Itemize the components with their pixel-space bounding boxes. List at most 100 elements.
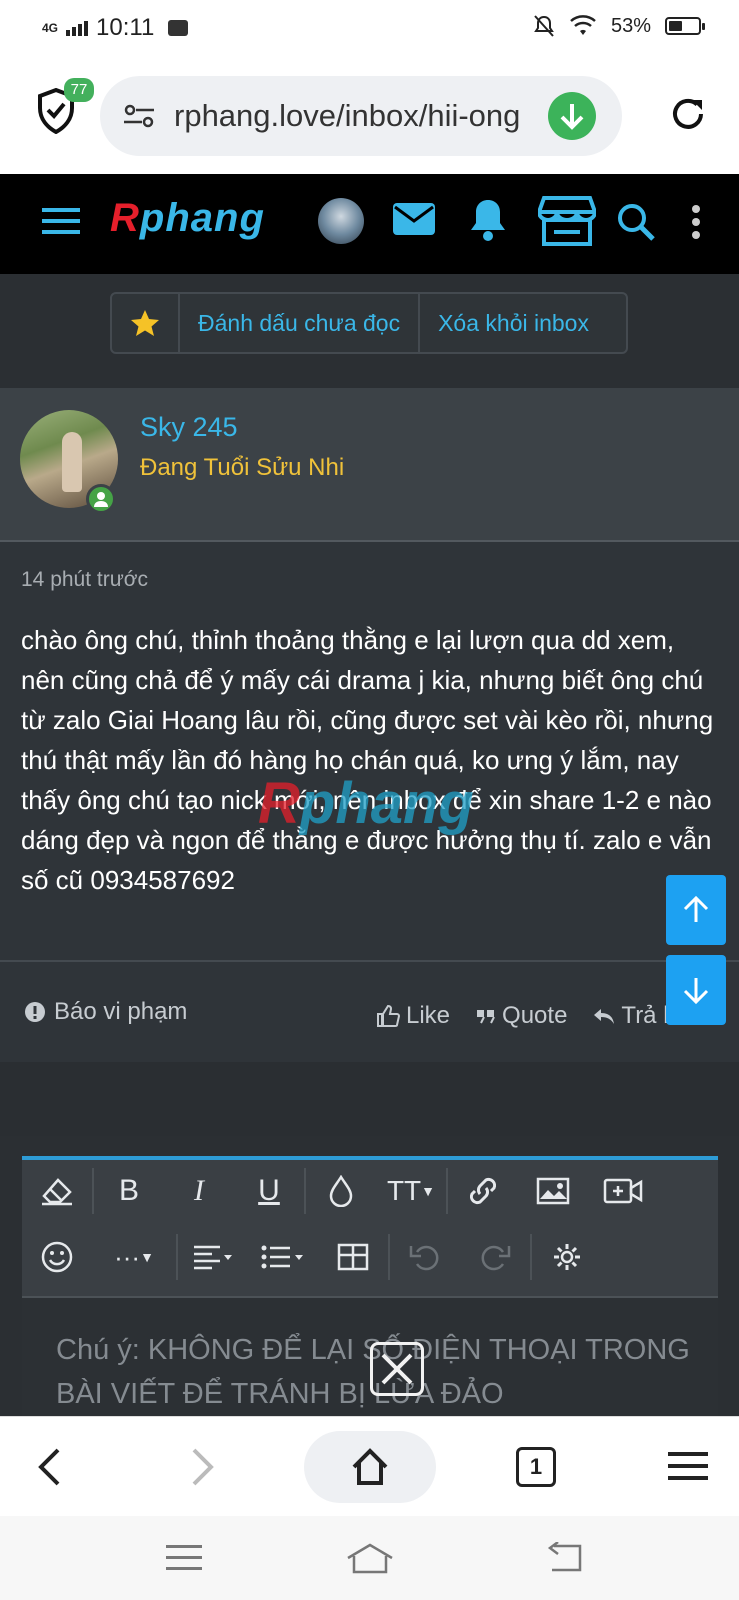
more-options-button[interactable]: ··· ▼ bbox=[92, 1226, 176, 1288]
url-text[interactable]: rphang.love/inbox/hii-ong bbox=[174, 96, 544, 136]
battery-icon bbox=[665, 17, 705, 35]
site-logo[interactable]: Rphang bbox=[110, 196, 265, 241]
section-divider bbox=[0, 1062, 739, 1136]
system-home-icon[interactable] bbox=[346, 1542, 394, 1574]
home-icon bbox=[352, 1448, 388, 1485]
thumbs-up-icon bbox=[377, 1004, 400, 1027]
insert-media-button[interactable] bbox=[588, 1160, 658, 1222]
reply-icon bbox=[594, 1009, 615, 1024]
table-icon bbox=[337, 1243, 369, 1271]
store-icon[interactable] bbox=[538, 194, 596, 246]
browser-menu-icon[interactable] bbox=[668, 1451, 708, 1481]
back-icon[interactable] bbox=[36, 1447, 62, 1487]
undo-button[interactable] bbox=[390, 1226, 460, 1288]
droplet-icon bbox=[329, 1175, 353, 1207]
message-timestamp[interactable]: 14 phút trước bbox=[21, 568, 148, 592]
browser-toolbar: 77 rphang.love/inbox/hii-ong bbox=[0, 58, 739, 174]
italic-button[interactable]: I bbox=[164, 1160, 234, 1222]
account-avatar[interactable] bbox=[318, 198, 364, 244]
report-button[interactable]: Báo vi phạm bbox=[24, 998, 187, 1026]
more-label: ··· bbox=[114, 1241, 141, 1272]
download-button[interactable] bbox=[548, 92, 596, 140]
editor-settings-button[interactable] bbox=[532, 1226, 602, 1288]
status-bar: 4G 10:11 53% bbox=[0, 0, 739, 58]
system-navigation-bar bbox=[0, 1516, 739, 1600]
system-back-icon[interactable] bbox=[544, 1542, 582, 1574]
chevron-down-icon: ▼ bbox=[421, 1183, 436, 1199]
network-type: 4G bbox=[42, 21, 59, 35]
align-button[interactable] bbox=[178, 1226, 248, 1288]
text-size-button[interactable]: TT ▼ bbox=[376, 1160, 446, 1222]
message-footer: Báo vi phạm Like Quote Trả lời bbox=[0, 962, 739, 1062]
insert-image-button[interactable] bbox=[518, 1160, 588, 1222]
mark-unread-button[interactable]: Đánh dấu chưa đọc bbox=[180, 294, 418, 352]
redo-icon bbox=[481, 1245, 511, 1271]
list-button[interactable] bbox=[248, 1226, 318, 1288]
tab-switcher-button[interactable]: 1 bbox=[516, 1447, 556, 1487]
text-size-label: TT bbox=[386, 1175, 422, 1206]
forward-icon[interactable] bbox=[190, 1447, 216, 1487]
image-icon bbox=[536, 1177, 570, 1205]
text-color-button[interactable] bbox=[306, 1160, 376, 1222]
like-button[interactable]: Like bbox=[376, 1002, 450, 1030]
quote-icon bbox=[477, 1010, 495, 1024]
eraser-button[interactable] bbox=[22, 1160, 92, 1222]
star-icon bbox=[131, 310, 159, 336]
download-icon bbox=[560, 104, 584, 130]
quote-label: Quote bbox=[502, 1002, 568, 1029]
more-vertical-icon[interactable] bbox=[690, 204, 702, 240]
emoji-button[interactable] bbox=[22, 1226, 92, 1288]
signal-icon bbox=[66, 20, 89, 36]
smile-icon bbox=[41, 1241, 73, 1273]
insert-link-button[interactable] bbox=[448, 1160, 518, 1222]
bold-button[interactable]: B bbox=[94, 1160, 164, 1222]
star-button[interactable] bbox=[112, 294, 180, 352]
undo-icon bbox=[409, 1245, 439, 1271]
message-notification-icon bbox=[168, 20, 189, 36]
home-button[interactable] bbox=[304, 1431, 436, 1503]
site-header: Rphang bbox=[0, 174, 739, 274]
insert-table-button[interactable] bbox=[318, 1226, 388, 1288]
scroll-to-top-button[interactable] bbox=[666, 875, 726, 945]
redo-button[interactable] bbox=[460, 1226, 530, 1288]
mail-icon[interactable] bbox=[392, 202, 436, 236]
editor-toolbar-row-1: B I U TT ▼ bbox=[22, 1160, 718, 1222]
close-overlay-button[interactable] bbox=[370, 1342, 424, 1396]
username-link[interactable]: Sky 245 bbox=[140, 412, 238, 443]
scroll-to-bottom-button[interactable] bbox=[666, 955, 726, 1025]
alert-icon bbox=[25, 1002, 45, 1022]
list-icon bbox=[261, 1245, 303, 1269]
video-plus-icon bbox=[603, 1178, 643, 1204]
quote-button[interactable]: Quote bbox=[476, 1002, 567, 1030]
site-settings-icon[interactable] bbox=[122, 104, 156, 128]
user-title: Đang Tuổi Sửu Nhi bbox=[140, 454, 345, 481]
arrow-up-icon bbox=[683, 895, 709, 922]
message-author-header: Sky 245 Đang Tuổi Sửu Nhi bbox=[0, 388, 739, 542]
eraser-icon bbox=[42, 1178, 72, 1206]
bell-icon[interactable] bbox=[468, 196, 508, 242]
remove-from-inbox-button[interactable]: Xóa khỏi inbox bbox=[418, 294, 607, 352]
clock: 10:11 bbox=[96, 14, 155, 41]
chevron-down-icon: ▼ bbox=[140, 1249, 154, 1265]
message-text: chào ông chú, thỉnh thoảng thằng e lại l… bbox=[21, 625, 714, 895]
mute-icon bbox=[534, 15, 554, 37]
menu-icon[interactable] bbox=[42, 206, 80, 236]
browser-bottom-bar: 1 bbox=[0, 1416, 739, 1516]
arrow-down-icon bbox=[683, 978, 709, 1005]
recents-icon[interactable] bbox=[166, 1544, 202, 1572]
gear-icon bbox=[554, 1244, 580, 1270]
editor-toolbar-row-2: ··· ▼ bbox=[22, 1226, 718, 1288]
reload-icon[interactable] bbox=[668, 94, 708, 134]
wifi-icon bbox=[570, 15, 596, 35]
search-icon[interactable] bbox=[616, 202, 656, 242]
like-label: Like bbox=[406, 1002, 451, 1029]
close-icon bbox=[381, 1353, 413, 1385]
report-label: Báo vi phạm bbox=[54, 998, 188, 1025]
battery-percent: 53% bbox=[610, 14, 651, 37]
address-bar[interactable]: rphang.love/inbox/hii-ong bbox=[100, 76, 622, 156]
conversation-actions: Đánh dấu chưa đọc Xóa khỏi inbox bbox=[110, 292, 628, 354]
message-body: 14 phút trước chào ông chú, thỉnh thoảng… bbox=[0, 542, 739, 962]
align-left-icon bbox=[194, 1245, 232, 1270]
shield-count-badge: 77 bbox=[64, 78, 94, 102]
underline-button[interactable]: U bbox=[234, 1160, 304, 1222]
